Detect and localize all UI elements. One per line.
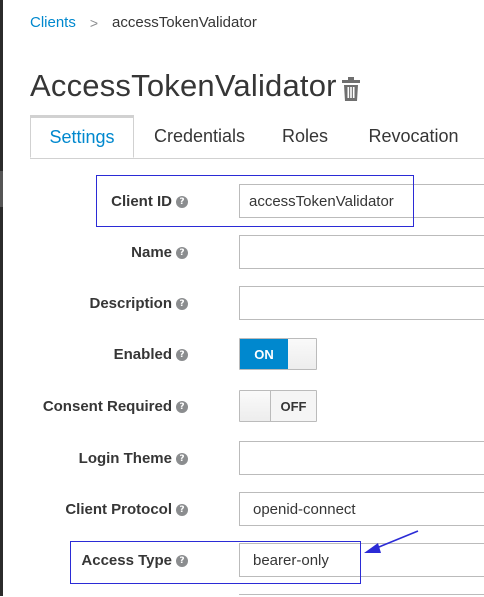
annotation-arrow-icon (364, 530, 419, 553)
